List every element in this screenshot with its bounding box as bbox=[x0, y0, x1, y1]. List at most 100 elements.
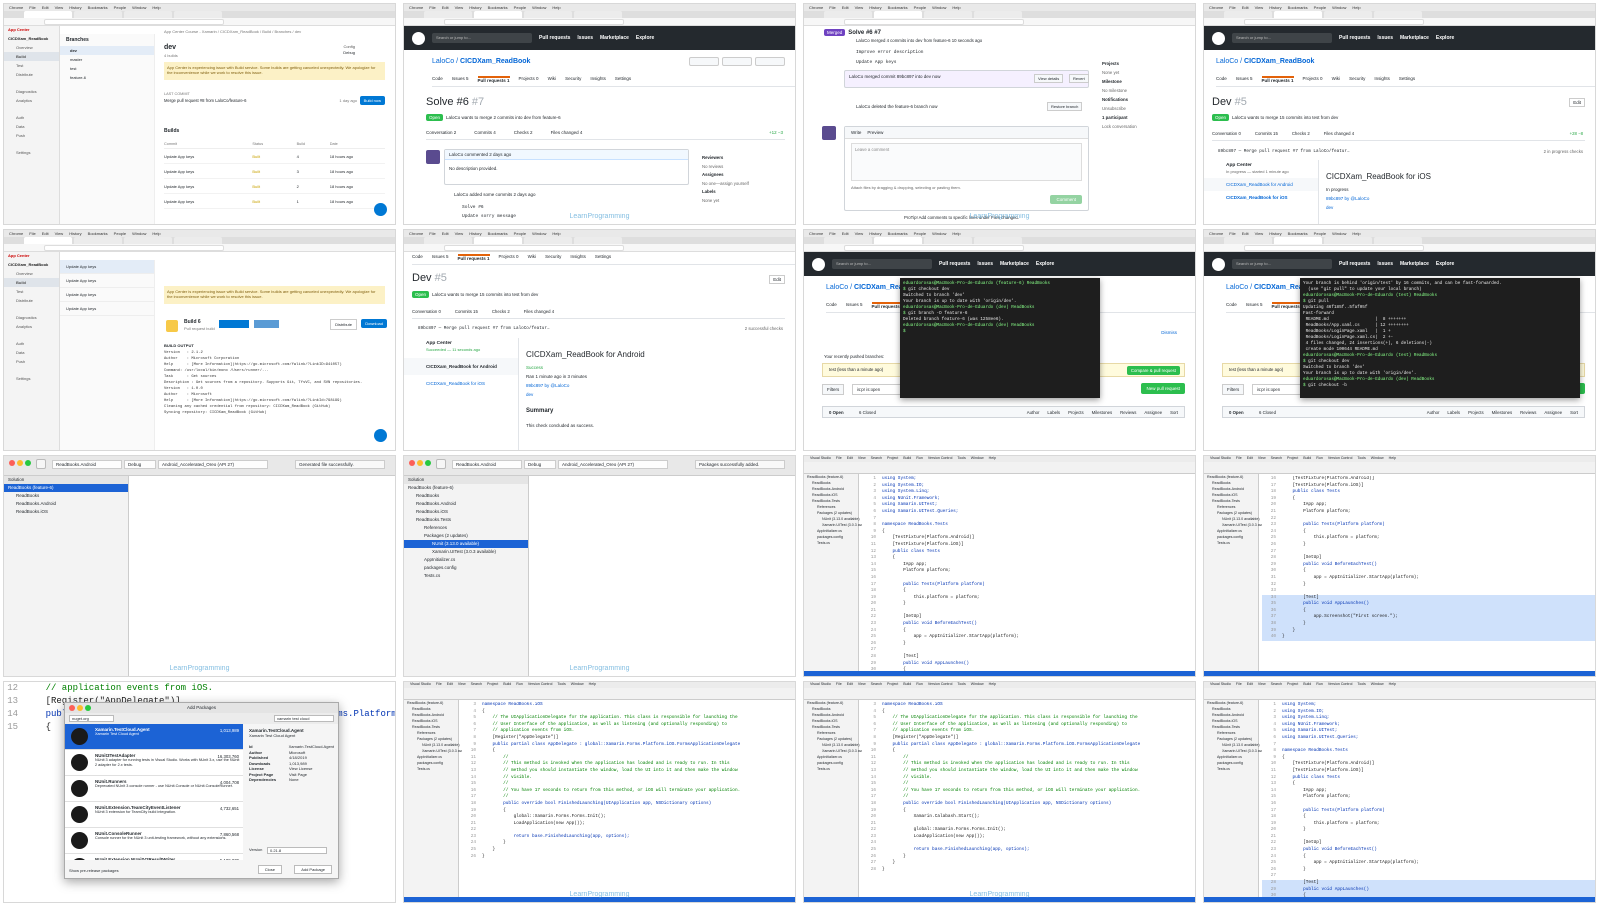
check-group[interactable]: App Center bbox=[404, 338, 518, 346]
menu-item[interactable]: Bookmarks bbox=[888, 5, 908, 10]
project-combo[interactable]: ReadBooks.Android bbox=[452, 460, 522, 469]
menu-item[interactable]: Help bbox=[552, 231, 560, 236]
closed-count[interactable]: 6 Closed bbox=[859, 410, 876, 415]
tree-node[interactable]: ReadBooks.iOS bbox=[404, 508, 528, 516]
pr-subtab[interactable]: Files changed 4 bbox=[1324, 131, 1354, 136]
list-filter[interactable]: Reviews bbox=[1520, 410, 1536, 415]
table-row[interactable]: Update App keys Built 3 18 hours ago bbox=[164, 164, 385, 179]
menu-item[interactable]: View bbox=[455, 231, 464, 236]
repo-tab[interactable]: Security bbox=[565, 76, 581, 83]
nav-item-overview[interactable]: Overview bbox=[4, 269, 59, 278]
menu-item[interactable]: Window bbox=[932, 231, 946, 236]
restore-branch-button[interactable]: Restore branch bbox=[1047, 102, 1083, 111]
check-detail-commit[interactable]: 89bc897 by @LaloCo bbox=[1326, 194, 1369, 203]
menu-item[interactable]: People bbox=[114, 231, 126, 236]
address-bar[interactable] bbox=[4, 18, 395, 26]
comment-textarea[interactable]: Leave a comment bbox=[851, 143, 1082, 181]
source-select[interactable]: nuget.org bbox=[69, 715, 114, 722]
repo-tab[interactable]: Code bbox=[826, 302, 837, 309]
sidebar-item[interactable]: Milestone bbox=[1102, 77, 1137, 86]
menu-item[interactable]: File bbox=[429, 231, 435, 236]
menu-item[interactable]: File bbox=[1229, 5, 1235, 10]
repo-title[interactable]: LaloCo / CICDXam_ReadBook bbox=[1216, 58, 1314, 65]
menu-item[interactable]: View bbox=[55, 231, 64, 236]
menu-item[interactable]: People bbox=[114, 5, 126, 10]
repo-tab[interactable]: Wiki bbox=[1332, 76, 1341, 83]
browser-tabs[interactable] bbox=[4, 11, 395, 18]
nav-marketplace[interactable]: Marketplace bbox=[1000, 261, 1029, 267]
tree-node[interactable]: ReadBooks.Android bbox=[4, 500, 128, 508]
nav-explore[interactable]: Explore bbox=[1436, 261, 1454, 267]
commit-item[interactable]: Solve #6 bbox=[462, 203, 516, 212]
repo-tab[interactable]: Issues 5 bbox=[846, 302, 863, 309]
tree-node[interactable]: ReadBooks (feature-6) bbox=[4, 484, 128, 492]
browser-tabs[interactable] bbox=[4, 237, 395, 244]
address-bar[interactable] bbox=[404, 18, 795, 26]
repo-tab[interactable]: Projects 0 bbox=[1303, 76, 1323, 83]
device-combo[interactable]: Android_Accelerated_Oreo (API 27) bbox=[558, 460, 668, 469]
address-bar[interactable] bbox=[1204, 18, 1595, 26]
nav-item-settings[interactable]: Settings bbox=[4, 148, 59, 157]
code-editor[interactable]: 3 namespace ReadBooks.iOS 4{5 // The UIApp… bbox=[462, 702, 795, 902]
check-detail-branch[interactable]: dev bbox=[526, 390, 587, 399]
pr-subtabs[interactable]: Conversation 0 Commits 15 Checks 2 Files ch… bbox=[412, 309, 785, 319]
add-package-button[interactable]: Add Package bbox=[294, 865, 332, 874]
menu-item[interactable]: Edit bbox=[1242, 231, 1249, 236]
nav-item-push[interactable]: Push bbox=[4, 357, 59, 366]
package-item[interactable]: NUnit.Extension.TeamCityEventListener NUn… bbox=[65, 802, 243, 828]
menu-item[interactable]: Chrome bbox=[809, 231, 823, 236]
revert-button[interactable]: Revert bbox=[1069, 74, 1089, 83]
nav-issues[interactable]: Issues bbox=[1377, 35, 1393, 41]
nav-issues[interactable]: Issues bbox=[977, 261, 993, 267]
nav-item-analytics[interactable]: Analytics bbox=[4, 96, 59, 105]
menu-item[interactable]: Chrome bbox=[9, 231, 23, 236]
menu-item[interactable]: File bbox=[29, 5, 35, 10]
repo-tab[interactable]: Projects 0 bbox=[519, 76, 539, 83]
browser-tabs[interactable] bbox=[804, 237, 1195, 244]
prerelease-checkbox[interactable]: Show pre-release packages bbox=[69, 868, 119, 873]
table-row[interactable]: Update App keys Built 1 18 hours ago bbox=[164, 194, 385, 209]
comment-button[interactable]: Comment bbox=[1050, 195, 1082, 204]
fork-button[interactable] bbox=[755, 57, 785, 66]
head-commit[interactable]: 89bc897 — Merge pull request #7 from Lal… bbox=[1218, 149, 1350, 154]
branch-item[interactable]: feature-6 bbox=[60, 73, 154, 82]
star-button[interactable] bbox=[722, 57, 752, 66]
address-bar[interactable] bbox=[1204, 244, 1595, 252]
nav-pull-requests[interactable]: Pull requests bbox=[939, 261, 970, 267]
chat-button[interactable] bbox=[374, 203, 387, 216]
menu-item[interactable]: History bbox=[69, 231, 81, 236]
sidebar-item[interactable]: Assignees bbox=[702, 171, 749, 180]
menu-item[interactable]: Edit bbox=[442, 231, 449, 236]
tree-node[interactable]: Tests.cs bbox=[1204, 766, 1258, 772]
browser-tabs[interactable] bbox=[804, 11, 1195, 18]
pr-subtab[interactable]: Commits 15 bbox=[1255, 131, 1278, 136]
tree-node[interactable]: Tests.cs bbox=[804, 766, 858, 772]
repo-tabs[interactable]: Code Issues 5 Pull requests 1 Projects 0 Wik… bbox=[412, 254, 795, 265]
nav-item-build[interactable]: Build bbox=[4, 278, 59, 287]
menu-item[interactable]: History bbox=[469, 5, 481, 10]
branch-item[interactable]: master bbox=[60, 55, 154, 64]
nav-pull-requests[interactable]: Pull requests bbox=[1339, 35, 1370, 41]
sidebar-item[interactable]: Reviewers bbox=[702, 154, 749, 163]
list-filter[interactable]: Author bbox=[1027, 410, 1040, 415]
run-button[interactable] bbox=[436, 459, 446, 469]
pr-subtabs[interactable]: Conversation 0 Commits 15 Checks 2 Files ch… bbox=[1212, 131, 1585, 141]
list-filter[interactable]: Milestones bbox=[1092, 410, 1113, 415]
pr-subtab[interactable]: Commits 15 bbox=[455, 309, 478, 314]
nav-item-distribute[interactable]: Distribute bbox=[4, 296, 59, 305]
avatar[interactable] bbox=[426, 150, 440, 164]
menu-item[interactable]: Edit bbox=[1242, 5, 1249, 10]
list-filter[interactable]: Sort bbox=[1170, 410, 1178, 415]
pr-subtab[interactable]: Checks 2 bbox=[492, 309, 510, 314]
package-item[interactable]: NUnit.Extension.NUnitV2ResultWriterNUnit… bbox=[65, 854, 243, 860]
table-row[interactable]: Update App keys Built 2 18 hours ago bbox=[164, 179, 385, 194]
menu-item[interactable]: Chrome bbox=[409, 5, 423, 10]
search-input[interactable]: Search or jump to... bbox=[1232, 33, 1332, 43]
package-search-input[interactable]: xamarin test cloud bbox=[274, 715, 334, 722]
tree-node[interactable]: Tests.cs bbox=[1204, 540, 1258, 546]
menu-item[interactable]: Help bbox=[952, 231, 960, 236]
repo-tab[interactable]: Security bbox=[1349, 76, 1365, 83]
list-filter[interactable]: Assignee bbox=[1144, 410, 1162, 415]
download-button[interactable]: Download bbox=[361, 319, 387, 328]
filters-button[interactable]: Filters bbox=[1222, 384, 1245, 395]
